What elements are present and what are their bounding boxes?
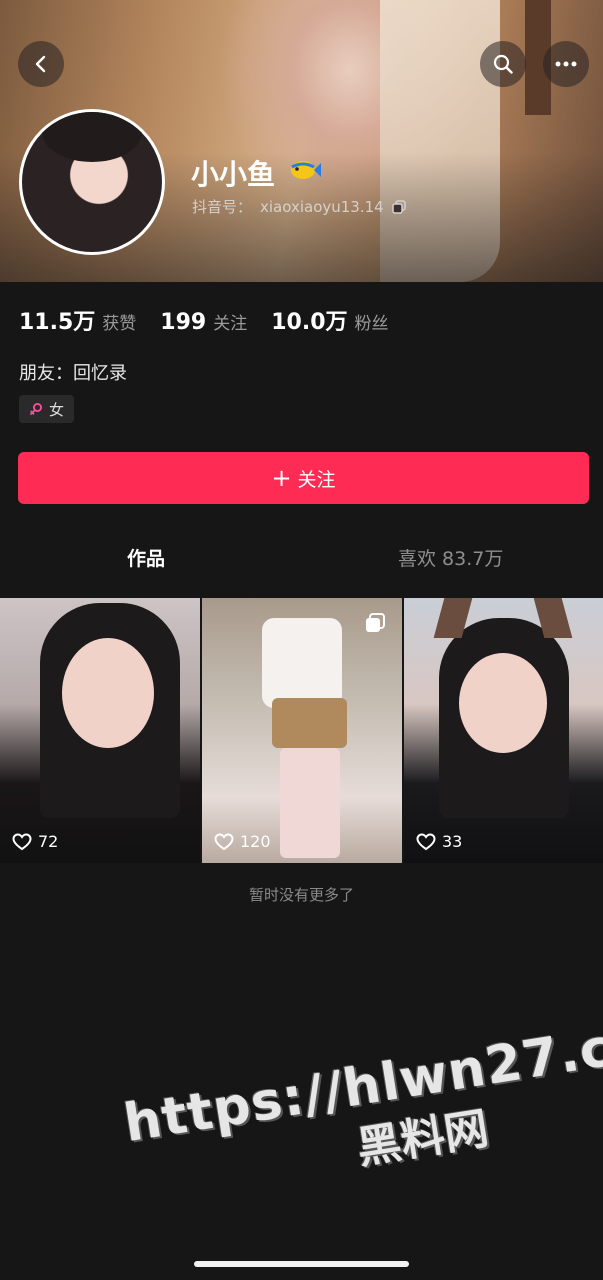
friend-line: 朋友：回忆录 (19, 363, 127, 384)
chevron-left-icon (35, 55, 46, 73)
stat-following[interactable]: 199 关注 (160, 309, 247, 335)
tab-works[interactable]: 作品 (127, 544, 165, 571)
douyin-id-value: xiaoxiaoyu13.14 (260, 197, 384, 216)
stat-followers-label: 粉丝 (354, 314, 389, 334)
douyin-id-label: 抖音号： (192, 198, 253, 216)
video-thumbnail[interactable]: 120 (202, 598, 402, 863)
heart-icon (416, 832, 436, 850)
plus-icon: + (271, 464, 292, 492)
copy-icon[interactable] (391, 199, 406, 214)
content-tabs: 作品 喜欢 83.7万 (0, 530, 603, 586)
like-count-value: 120 (240, 832, 271, 851)
follow-button[interactable]: + 关注 (18, 452, 589, 504)
like-count-value: 33 (442, 832, 463, 851)
multi-image-icon (366, 613, 385, 632)
end-of-list-note: 暂时没有更多了 (248, 886, 354, 904)
heart-icon (12, 832, 32, 850)
more-button[interactable] (543, 41, 589, 87)
fish-emoji-icon (291, 161, 321, 179)
search-icon (493, 54, 513, 74)
video-thumbnail[interactable]: 72 (0, 598, 200, 863)
like-count: 120 (214, 832, 271, 851)
stats-row: 11.5万 获赞 199 关注 10.0万 粉丝 (19, 304, 389, 336)
back-button[interactable] (18, 41, 64, 87)
like-count: 72 (12, 832, 58, 851)
stat-likes-count: 11.5万 (19, 310, 96, 335)
stat-likes[interactable]: 11.5万 获赞 (19, 304, 136, 336)
heart-icon (214, 832, 234, 850)
follow-button-label: 关注 (297, 468, 336, 491)
video-grid: 72 120 33 (0, 598, 603, 863)
stat-following-count: 199 (160, 310, 207, 335)
stat-followers[interactable]: 10.0万 粉丝 (271, 304, 388, 336)
avatar[interactable] (19, 109, 165, 255)
gender-label: 女 (48, 400, 64, 419)
video-thumbnail[interactable]: 33 (404, 598, 603, 863)
more-dots-icon (555, 61, 577, 67)
profile-name: 小小鱼 (191, 158, 276, 191)
tab-likes[interactable]: 喜欢 83.7万 (398, 544, 503, 571)
like-count: 33 (416, 832, 462, 851)
search-button[interactable] (480, 41, 526, 87)
stat-following-label: 关注 (213, 314, 248, 334)
like-count-value: 72 (38, 832, 59, 851)
gender-tag: 女 (19, 395, 74, 423)
stat-followers-count: 10.0万 (271, 310, 348, 335)
stat-likes-label: 获赞 (102, 314, 137, 334)
female-symbol-icon (30, 403, 42, 415)
home-indicator[interactable] (194, 1261, 409, 1267)
douyin-id: 抖音号： xiaoxiaoyu13.14 (192, 196, 406, 217)
